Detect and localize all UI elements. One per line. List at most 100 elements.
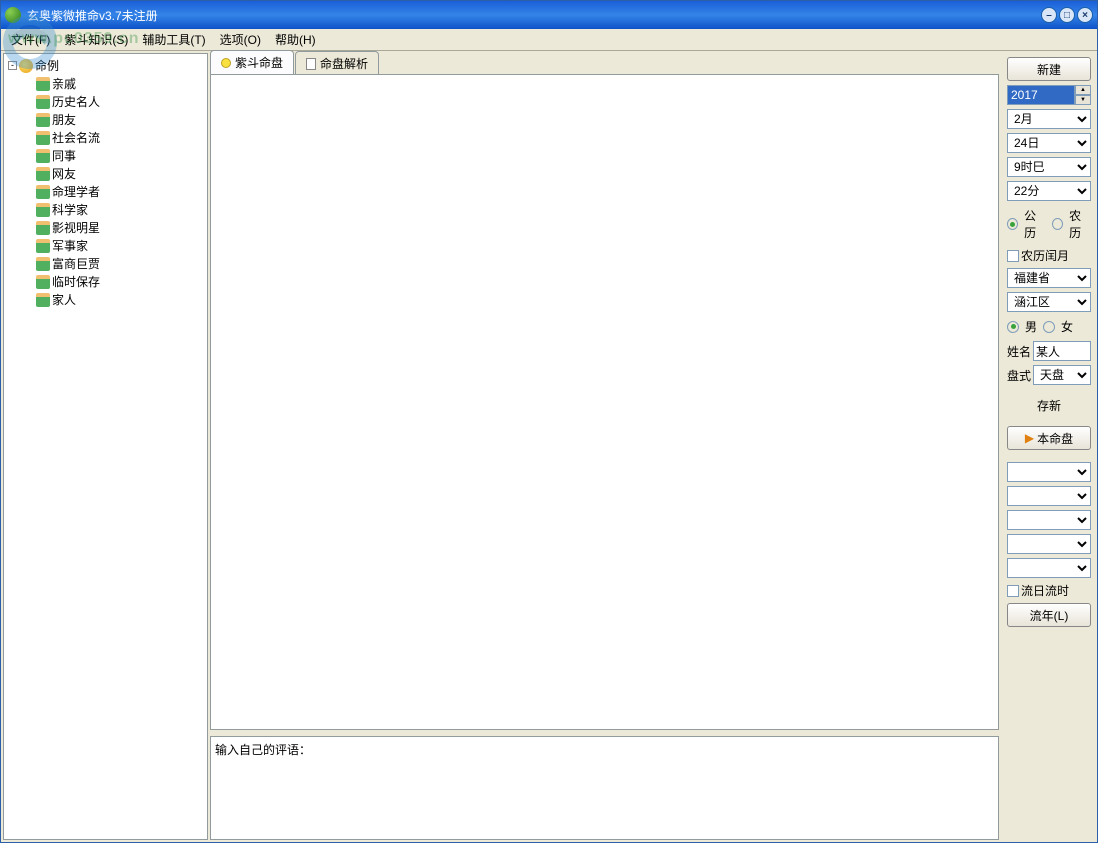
menu-knowledge[interactable]: 紫斗知识(S) xyxy=(58,29,134,50)
person-icon xyxy=(36,203,50,217)
tree-item-label: 朋友 xyxy=(52,112,76,128)
tree-item-label: 亲戚 xyxy=(52,76,76,92)
tree-item-label: 同事 xyxy=(52,148,76,164)
day-select[interactable]: 24日 xyxy=(1007,133,1091,153)
save-new-label[interactable]: 存新 xyxy=(1007,397,1091,414)
tab-analysis[interactable]: 命盘解析 xyxy=(295,51,379,75)
female-label: 女 xyxy=(1061,318,1073,335)
tabs: 紫斗命盘 命盘解析 xyxy=(210,53,999,75)
male-label: 男 xyxy=(1025,318,1037,335)
solar-radio[interactable] xyxy=(1007,218,1018,230)
extra-select-3[interactable] xyxy=(1007,510,1091,530)
tab-analysis-label: 命盘解析 xyxy=(320,55,368,72)
tree-item-5[interactable]: 网友 xyxy=(34,165,205,183)
tree-item-label: 影视明星 xyxy=(52,220,100,236)
play-icon: ▶ xyxy=(1025,431,1034,445)
window-title: 玄奥紫微推命v3.7未注册 xyxy=(27,7,1041,24)
tree-item-label: 家人 xyxy=(52,292,76,308)
person-icon xyxy=(36,239,50,253)
tree-item-12[interactable]: 家人 xyxy=(34,291,205,309)
new-button[interactable]: 新建 xyxy=(1007,57,1091,81)
female-radio[interactable] xyxy=(1043,321,1055,333)
tree-item-4[interactable]: 同事 xyxy=(34,147,205,165)
hour-select[interactable]: 9时巳 xyxy=(1007,157,1091,177)
month-select[interactable]: 2月 xyxy=(1007,109,1091,129)
extra-select-1[interactable] xyxy=(1007,462,1091,482)
tree-item-label: 临时保存 xyxy=(52,274,100,290)
person-icon xyxy=(36,293,50,307)
sun-icon xyxy=(221,58,231,68)
minimize-button[interactable]: – xyxy=(1041,7,1057,23)
plate-select[interactable]: 天盘 xyxy=(1033,365,1091,385)
menu-options[interactable]: 选项(O) xyxy=(214,29,267,50)
tree-item-6[interactable]: 命理学者 xyxy=(34,183,205,201)
year-down[interactable]: ▼ xyxy=(1075,95,1091,105)
person-icon xyxy=(36,221,50,235)
name-label: 姓名 xyxy=(1007,343,1031,360)
tree-item-7[interactable]: 科学家 xyxy=(34,201,205,219)
extra-select-5[interactable] xyxy=(1007,558,1091,578)
menubar: 文件(F) 紫斗知识(S) 辅助工具(T) 选项(O) 帮助(H) xyxy=(1,29,1097,51)
plate-label: 盘式 xyxy=(1007,367,1031,384)
tree-item-label: 命理学者 xyxy=(52,184,100,200)
tree-root[interactable]: - 命例 xyxy=(6,56,205,75)
tree-collapse-icon[interactable]: - xyxy=(8,61,17,70)
name-input[interactable] xyxy=(1033,341,1091,361)
year-spinner[interactable]: 2017 ▲ ▼ xyxy=(1007,85,1091,105)
main-plate-label: 本命盘 xyxy=(1037,430,1073,447)
extra-select-2[interactable] xyxy=(1007,486,1091,506)
lunar-radio[interactable] xyxy=(1052,218,1063,230)
menu-help[interactable]: 帮助(H) xyxy=(269,29,322,50)
right-panel: 新建 2017 ▲ ▼ 2月 24日 9时巳 22分 xyxy=(1001,51,1097,842)
main-plate-button[interactable]: ▶ 本命盘 xyxy=(1007,426,1091,450)
tab-zidou-label: 紫斗命盘 xyxy=(235,54,283,71)
male-radio[interactable] xyxy=(1007,321,1019,333)
tree-item-9[interactable]: 军事家 xyxy=(34,237,205,255)
tree-item-1[interactable]: 历史名人 xyxy=(34,93,205,111)
tree-item-10[interactable]: 富商巨贾 xyxy=(34,255,205,273)
tree-item-label: 军事家 xyxy=(52,238,88,254)
comment-input[interactable] xyxy=(210,736,999,840)
flow-label: 流日流时 xyxy=(1021,582,1069,599)
year-up[interactable]: ▲ xyxy=(1075,85,1091,95)
person-icon xyxy=(36,167,50,181)
tree-root-label: 命例 xyxy=(35,57,59,74)
leap-label: 农历闰月 xyxy=(1021,247,1069,264)
person-icon xyxy=(36,77,50,91)
menu-file[interactable]: 文件(F) xyxy=(5,29,56,50)
close-button[interactable]: × xyxy=(1077,7,1093,23)
province-select[interactable]: 福建省 xyxy=(1007,268,1091,288)
person-icon xyxy=(36,131,50,145)
app-icon xyxy=(5,7,21,23)
person-icon xyxy=(36,275,50,289)
tree-panel[interactable]: - 命例 亲戚历史名人朋友社会名流同事网友命理学者科学家影视明星军事家富商巨贾临… xyxy=(3,53,208,840)
menu-tools[interactable]: 辅助工具(T) xyxy=(136,29,211,50)
tree-item-3[interactable]: 社会名流 xyxy=(34,129,205,147)
person-icon xyxy=(36,149,50,163)
maximize-button[interactable]: □ xyxy=(1059,7,1075,23)
file-icon xyxy=(306,58,316,70)
person-icon xyxy=(36,257,50,271)
tab-zidou[interactable]: 紫斗命盘 xyxy=(210,50,294,75)
calendar-radio-group: 公历 农历 xyxy=(1007,205,1091,243)
gender-radio-group: 男 女 xyxy=(1007,316,1091,337)
tree-item-label: 网友 xyxy=(52,166,76,182)
person-icon xyxy=(36,95,50,109)
extra-select-4[interactable] xyxy=(1007,534,1091,554)
tree-item-2[interactable]: 朋友 xyxy=(34,111,205,129)
tree-item-label: 社会名流 xyxy=(52,130,100,146)
leap-checkbox[interactable] xyxy=(1007,250,1019,262)
flow-checkbox[interactable] xyxy=(1007,585,1019,597)
person-icon xyxy=(36,185,50,199)
tree-item-label: 科学家 xyxy=(52,202,88,218)
tree-item-8[interactable]: 影视明星 xyxy=(34,219,205,237)
tree-item-0[interactable]: 亲戚 xyxy=(34,75,205,93)
year-value[interactable]: 2017 xyxy=(1007,85,1075,105)
tree-item-11[interactable]: 临时保存 xyxy=(34,273,205,291)
tree-root-icon xyxy=(19,59,33,73)
chart-area xyxy=(210,74,999,730)
flow-year-button[interactable]: 流年(L) xyxy=(1007,603,1091,627)
district-select[interactable]: 涵江区 xyxy=(1007,292,1091,312)
minute-select[interactable]: 22分 xyxy=(1007,181,1091,201)
tree-item-label: 富商巨贾 xyxy=(52,256,100,272)
